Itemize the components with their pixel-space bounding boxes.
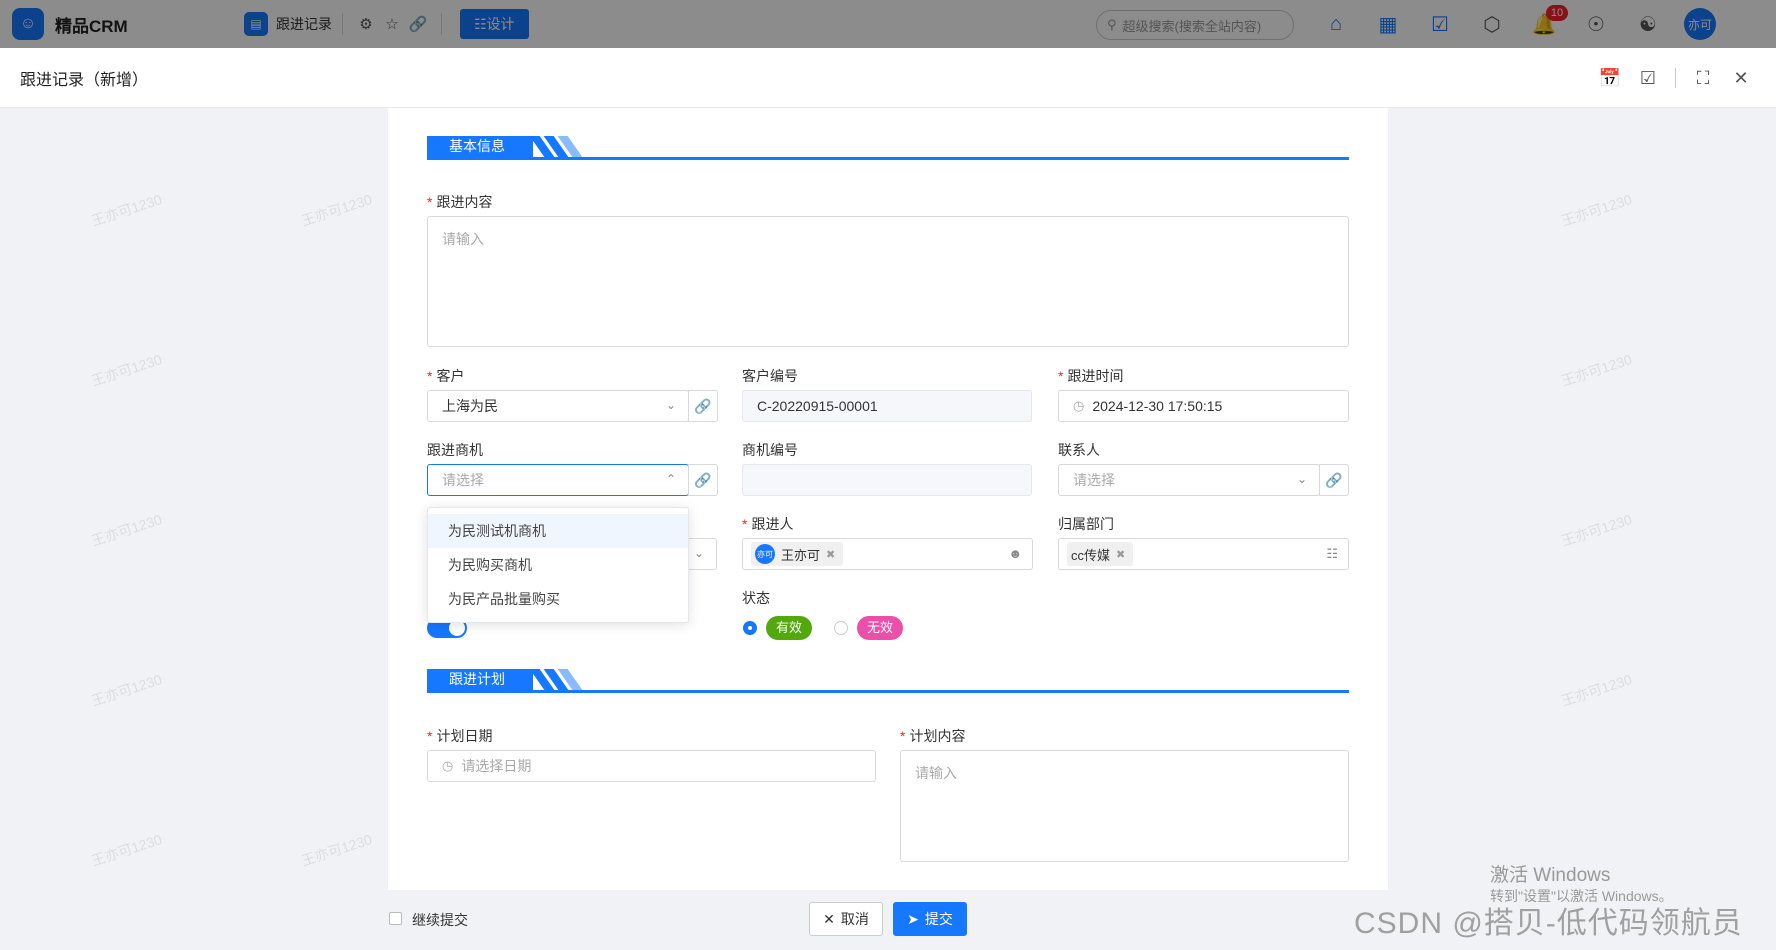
clock-icon: ◷ bbox=[1073, 398, 1085, 413]
watermark: 王亦可1230 bbox=[1559, 351, 1634, 389]
follower-picker[interactable]: 亦可 王亦可 ✖ ☻ bbox=[742, 538, 1033, 570]
clock-icon: ◷ bbox=[442, 758, 454, 773]
followup-time-value: 2024-12-30 17:50:15 bbox=[1092, 398, 1223, 414]
contact-label: 联系人 bbox=[1058, 442, 1100, 458]
dropdown-option[interactable]: 为民测试机商机 bbox=[428, 514, 688, 548]
opportunity-select[interactable]: 请选择 ⌃ bbox=[427, 464, 689, 496]
opportunity-no-field bbox=[742, 464, 1032, 496]
close-icon[interactable]: ✕ bbox=[1724, 61, 1758, 95]
watermark: 王亦可1230 bbox=[299, 191, 374, 229]
follower-label: * 跟进人 bbox=[742, 516, 794, 532]
send-icon: ➤ bbox=[907, 910, 919, 927]
section-plan: 跟进计划 bbox=[427, 669, 1349, 693]
placeholder: 请选择 bbox=[442, 472, 484, 488]
plan-date-picker[interactable]: ◷ 请选择日期 bbox=[427, 750, 876, 782]
status-valid-radio[interactable] bbox=[743, 621, 757, 635]
submit-button[interactable]: ➤ 提交 bbox=[893, 902, 967, 936]
plan-date-label: * 计划日期 bbox=[427, 728, 493, 744]
dropdown-option[interactable]: 为民产品批量购买 bbox=[428, 582, 688, 616]
avatar: 亦可 bbox=[755, 544, 775, 564]
placeholder: 请输入 bbox=[915, 765, 957, 781]
customer-label: * 客户 bbox=[427, 368, 465, 384]
watermark: 王亦可1230 bbox=[1559, 191, 1634, 229]
chevron-up-icon: ⌃ bbox=[665, 472, 676, 486]
dept-chip: cc传媒 ✖ bbox=[1067, 542, 1134, 566]
cancel-button[interactable]: ✕ 取消 bbox=[809, 902, 883, 936]
link-icon: 🔗 bbox=[1325, 471, 1343, 488]
customer-link-button[interactable]: 🔗 bbox=[688, 390, 718, 422]
placeholder: 请选择日期 bbox=[461, 758, 532, 774]
status-label: 状态 bbox=[742, 590, 770, 606]
top-navbar: ☺ 精品CRM ▤ 跟进记录 ⚙ ☆ 🔗 ☷设计 ⚲ 超级搜索(搜索全站内容) … bbox=[0, 0, 1776, 48]
dialog-header: 跟进记录（新增） 📅 ☑ ⛶ ✕ bbox=[0, 48, 1776, 108]
plan-content-label: * 计划内容 bbox=[900, 728, 966, 744]
watermark: 王亦可1230 bbox=[89, 511, 164, 549]
calendar-icon[interactable]: 📅 bbox=[1593, 61, 1627, 95]
followup-time-picker[interactable]: ◷ 2024-12-30 17:50:15 bbox=[1058, 390, 1349, 422]
status-valid-tag: 有效 bbox=[766, 616, 813, 640]
plan-content-textarea[interactable]: 请输入 bbox=[900, 750, 1349, 862]
org-tree-icon[interactable]: ☷ bbox=[1326, 546, 1338, 562]
customer-no-value: C-20220915-00001 bbox=[757, 398, 878, 414]
watermark: 王亦可1230 bbox=[1559, 671, 1634, 709]
contact-select[interactable]: 请选择 ⌄ bbox=[1058, 464, 1320, 496]
follower-chip: 亦可 王亦可 ✖ bbox=[751, 542, 844, 566]
cancel-label: 取消 bbox=[840, 911, 869, 927]
user-icon[interactable]: ☻ bbox=[1008, 546, 1022, 561]
customer-no-label: 客户编号 bbox=[742, 368, 798, 384]
close-icon: ✕ bbox=[823, 910, 835, 927]
continue-submit-checkbox[interactable] bbox=[389, 912, 402, 925]
customer-no-field: C-20220915-00001 bbox=[742, 390, 1032, 422]
modal-overlay bbox=[0, 0, 1776, 48]
placeholder: 请输入 bbox=[442, 231, 484, 247]
dept-picker[interactable]: cc传媒 ✖ ☷ bbox=[1058, 538, 1349, 570]
watermark: 王亦可1230 bbox=[89, 831, 164, 869]
placeholder: 请选择 bbox=[1073, 472, 1115, 488]
link-icon: 🔗 bbox=[694, 471, 712, 488]
chevron-down-icon: ⌄ bbox=[665, 398, 676, 412]
link-icon: 🔗 bbox=[694, 397, 712, 414]
form-card: 基本信息 * 跟进内容 请输入 * 客户 上海为民 ⌄ 🔗 客户编号 C-20220… bbox=[388, 108, 1388, 890]
checkbox-icon[interactable]: ☑ bbox=[1631, 61, 1665, 95]
status-invalid-radio[interactable] bbox=[834, 621, 848, 635]
windows-activate-title: 激活 Windows bbox=[1490, 865, 1611, 886]
dept-label: 归属部门 bbox=[1058, 516, 1114, 532]
fullscreen-icon[interactable]: ⛶ bbox=[1686, 61, 1720, 95]
chevron-down-icon: ⌄ bbox=[1296, 472, 1307, 486]
opportunity-label: 跟进商机 bbox=[427, 442, 483, 458]
close-icon[interactable]: ✖ bbox=[1116, 548, 1125, 561]
content-label: * 跟进内容 bbox=[427, 194, 493, 210]
opportunity-dropdown: 为民测试机商机 为民购买商机 为民产品批量购买 bbox=[427, 507, 689, 623]
section-title: 跟进计划 bbox=[427, 669, 533, 690]
contact-link-button[interactable]: 🔗 bbox=[1319, 464, 1349, 496]
follower-name: 王亦可 bbox=[781, 547, 821, 563]
close-icon[interactable]: ✖ bbox=[826, 548, 835, 561]
csdn-watermark: CSDN @搭贝-低代码领航员 bbox=[1354, 907, 1743, 940]
opportunity-link-button[interactable]: 🔗 bbox=[688, 464, 718, 496]
watermark: 王亦可1230 bbox=[299, 831, 374, 869]
watermark: 王亦可1230 bbox=[1559, 511, 1634, 549]
dept-name: cc传媒 bbox=[1071, 547, 1111, 563]
watermark: 王亦可1230 bbox=[89, 351, 164, 389]
chevron-down-icon: ⌄ bbox=[693, 546, 704, 560]
dialog-title: 跟进记录（新增） bbox=[20, 71, 149, 89]
status-invalid-tag: 无效 bbox=[857, 616, 904, 640]
watermark: 王亦可1230 bbox=[89, 671, 164, 709]
submit-label: 提交 bbox=[924, 911, 953, 927]
customer-value: 上海为民 bbox=[442, 398, 498, 414]
content-textarea[interactable]: 请输入 bbox=[427, 216, 1349, 347]
dropdown-option[interactable]: 为民购买商机 bbox=[428, 548, 688, 582]
section-title: 基本信息 bbox=[427, 136, 533, 157]
continue-submit-label: 继续提交 bbox=[412, 912, 468, 928]
customer-select[interactable]: 上海为民 ⌄ bbox=[427, 390, 689, 422]
opportunity-no-label: 商机编号 bbox=[742, 442, 798, 458]
section-basic-info: 基本信息 bbox=[427, 136, 1349, 160]
followup-time-label: * 跟进时间 bbox=[1058, 368, 1124, 384]
watermark: 王亦可1230 bbox=[89, 191, 164, 229]
divider bbox=[1675, 68, 1676, 88]
